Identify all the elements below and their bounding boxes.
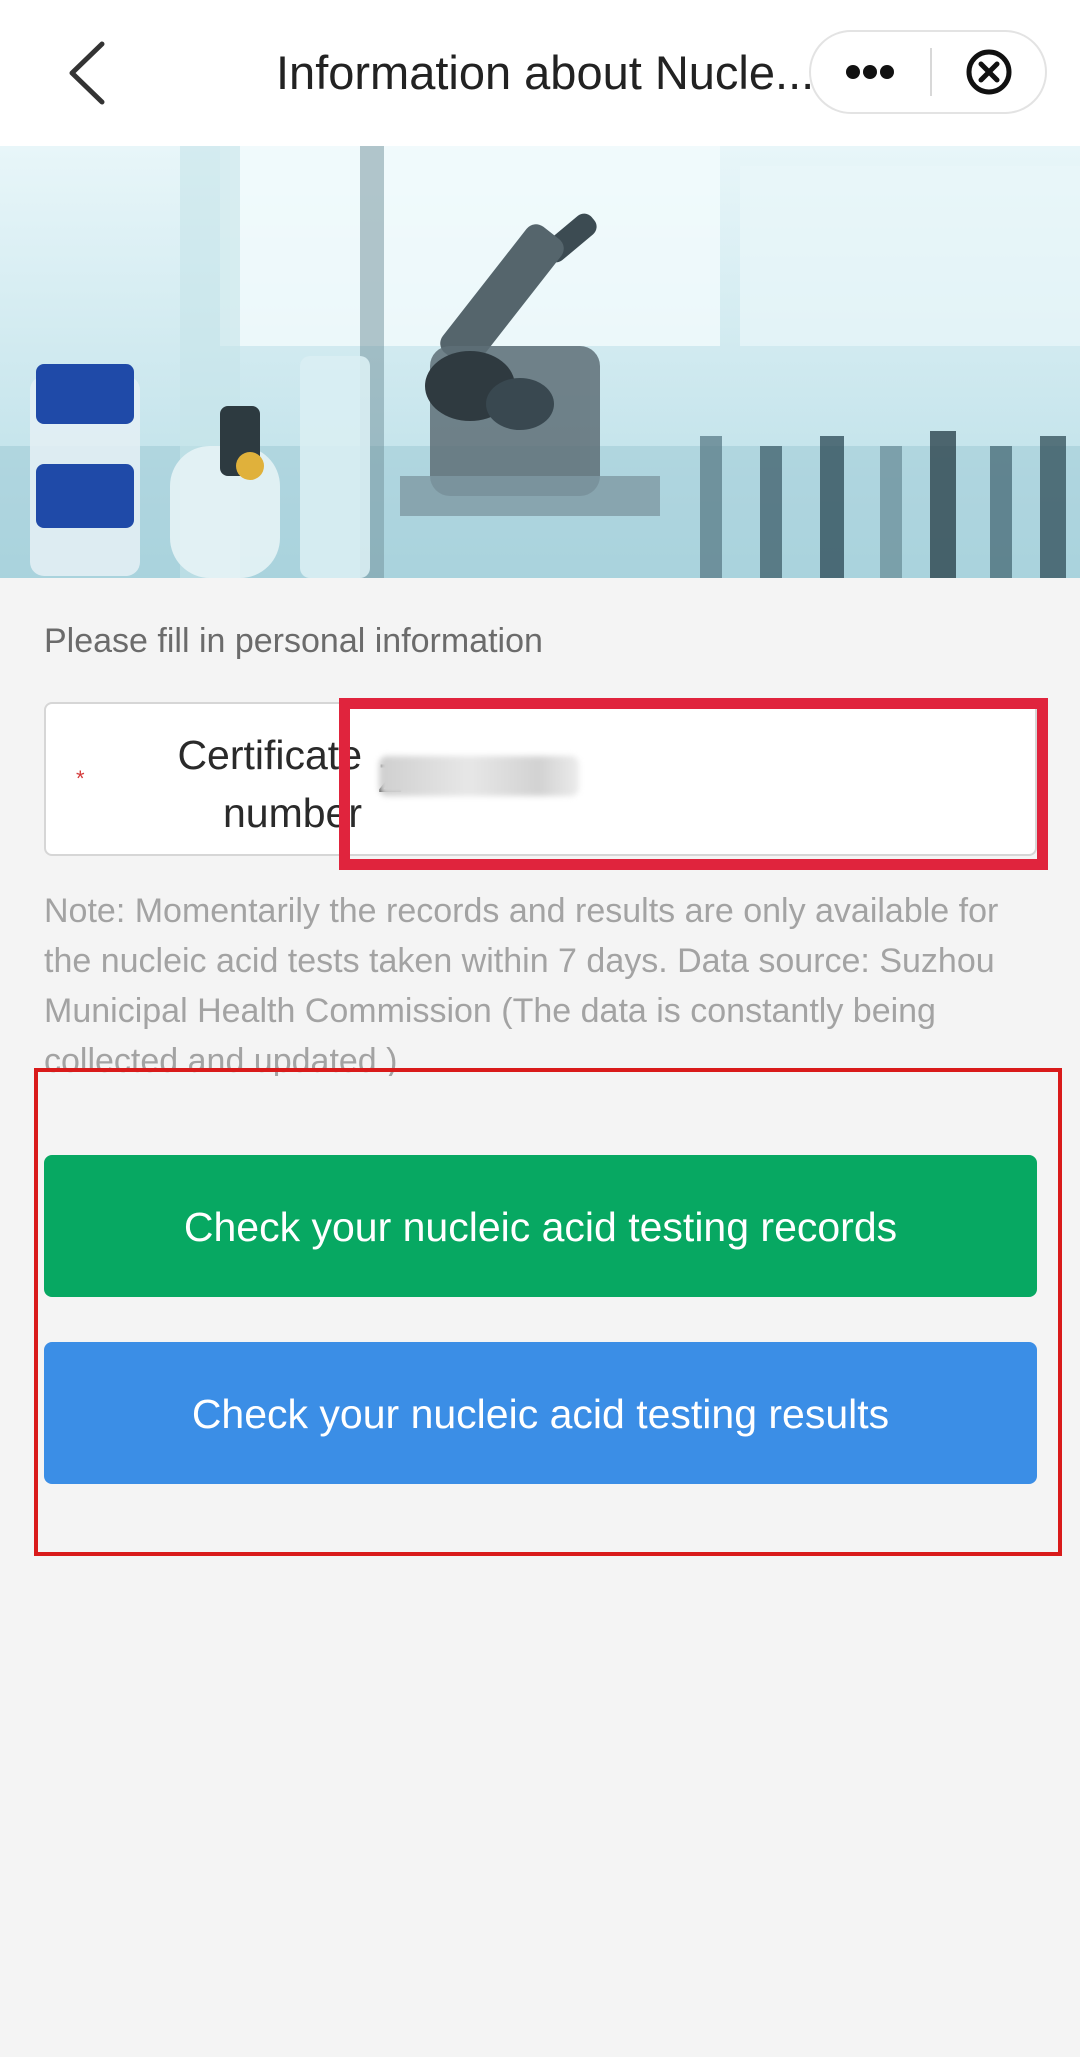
- input-highlight-box: [339, 698, 1048, 870]
- check-results-button[interactable]: Check your nucleic acid testing results: [44, 1342, 1037, 1484]
- mini-program-capsule: [809, 30, 1047, 114]
- back-button[interactable]: [58, 38, 118, 108]
- circle-x-icon: [966, 49, 1012, 95]
- more-dots-icon: [846, 65, 894, 79]
- data-source-note: Note: Momentarily the records and result…: [44, 892, 999, 1076]
- close-button[interactable]: [932, 32, 1047, 112]
- top-navigation-bar: Information about Nucle...: [0, 0, 1080, 146]
- page-title: Information about Nucle...: [276, 46, 815, 99]
- required-marker: *: [76, 766, 85, 791]
- chevron-left-icon: [69, 41, 105, 105]
- section-label: Please fill in personal information: [44, 622, 543, 660]
- more-button[interactable]: [811, 32, 929, 112]
- check-records-button[interactable]: Check your nucleic acid testing records: [44, 1155, 1037, 1297]
- certificate-number-label: Certificate number: [106, 726, 362, 842]
- label-line-1: Certificate: [177, 732, 362, 778]
- laboratory-banner-image: [0, 146, 1080, 578]
